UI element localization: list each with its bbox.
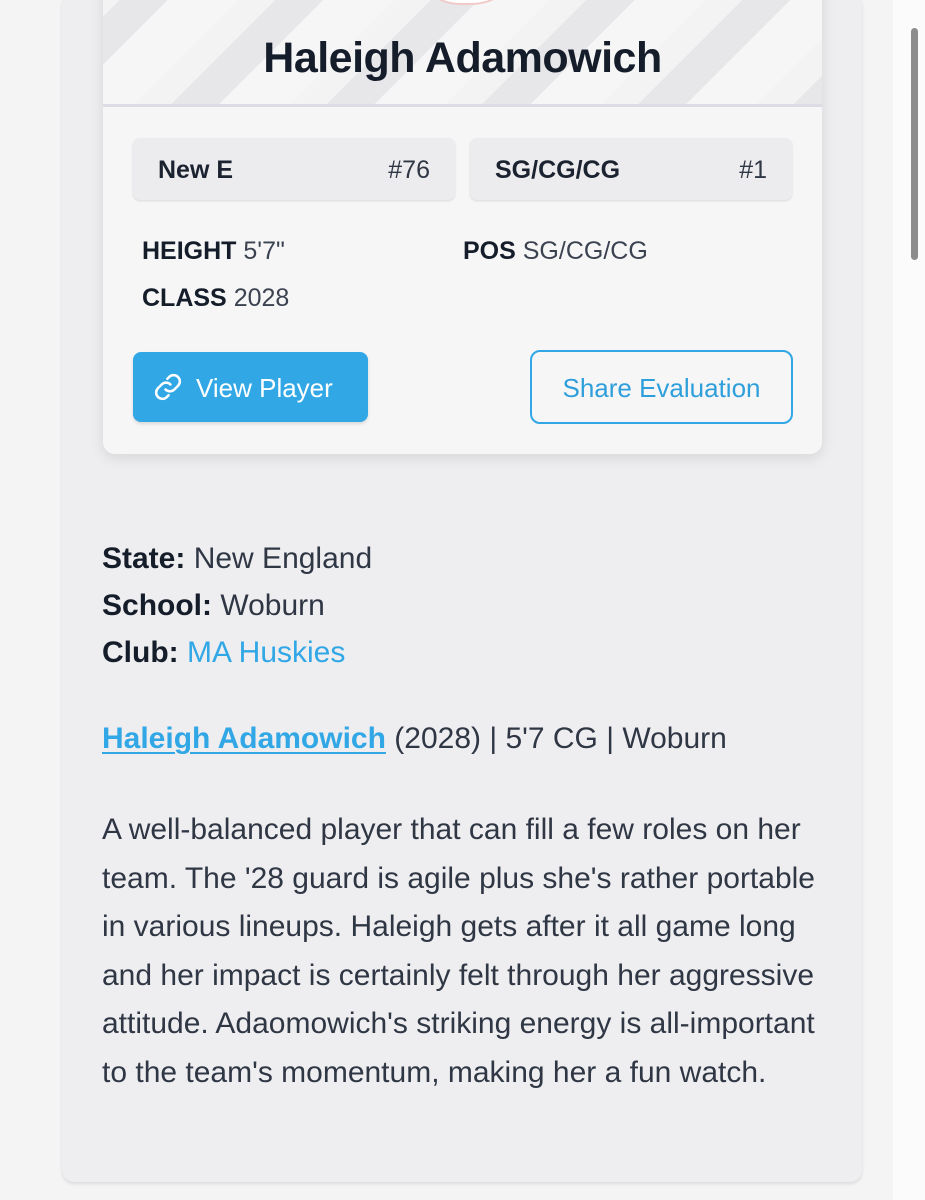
scrollbar-track[interactable] (893, 0, 925, 1200)
state-rank-chip: New E #76 (133, 138, 455, 200)
player-card-header: Haleigh Adamowich (103, 0, 822, 107)
player-card: Haleigh Adamowich New E #76 SG/CG/CG #1 … (103, 0, 822, 454)
height-label: HEIGHT (142, 237, 237, 265)
evaluation-text: A well-balanced player that can fill a f… (102, 813, 815, 1089)
player-avatar (408, 0, 524, 3)
player-name: Haleigh Adamowich (263, 34, 662, 82)
headline-details: (2028) | 5'7 CG | Woburn (385, 722, 727, 755)
class-attribute: CLASS 2028 (142, 284, 289, 313)
page: Haleigh Adamowich New E #76 SG/CG/CG #1 … (0, 0, 925, 1200)
club-link[interactable]: MA Huskies (187, 636, 345, 669)
club-label: Club: (102, 636, 179, 669)
state-rank-value: #76 (388, 156, 430, 184)
position-rank-value: #1 (739, 156, 767, 184)
state-rank-label: New E (158, 156, 234, 184)
state-value: New England (193, 542, 373, 575)
share-evaluation-button[interactable]: Share Evaluation (530, 350, 793, 424)
height-attribute: HEIGHT 5'7" (142, 237, 285, 266)
scrollbar-thumb[interactable] (911, 28, 918, 260)
state-line: State: New England (102, 542, 372, 576)
position-rank-chip: SG/CG/CG #1 (470, 138, 792, 200)
player-name-link[interactable]: Haleigh Adamowich (102, 722, 386, 755)
position-attribute: POS SG/CG/CG (463, 237, 648, 266)
position-label: POS (463, 237, 516, 265)
school-label: School: (102, 589, 212, 622)
school-value: Woburn (220, 589, 325, 622)
position-rank-label: SG/CG/CG (495, 156, 621, 184)
state-label: State: (102, 542, 186, 575)
link-icon (154, 373, 182, 401)
view-player-button[interactable]: View Player (133, 352, 368, 422)
evaluation-headline: Haleigh Adamowich (2028) | 5'7 CG | Wobu… (102, 722, 727, 756)
height-value: 5'7" (243, 237, 285, 265)
school-line: School: Woburn (102, 589, 325, 623)
class-label: CLASS (142, 284, 227, 312)
club-line: Club: MA Huskies (102, 636, 345, 670)
class-value: 2028 (233, 284, 290, 312)
share-evaluation-label: Share Evaluation (562, 373, 761, 403)
position-value: SG/CG/CG (522, 237, 648, 265)
view-player-label: View Player (196, 373, 333, 403)
